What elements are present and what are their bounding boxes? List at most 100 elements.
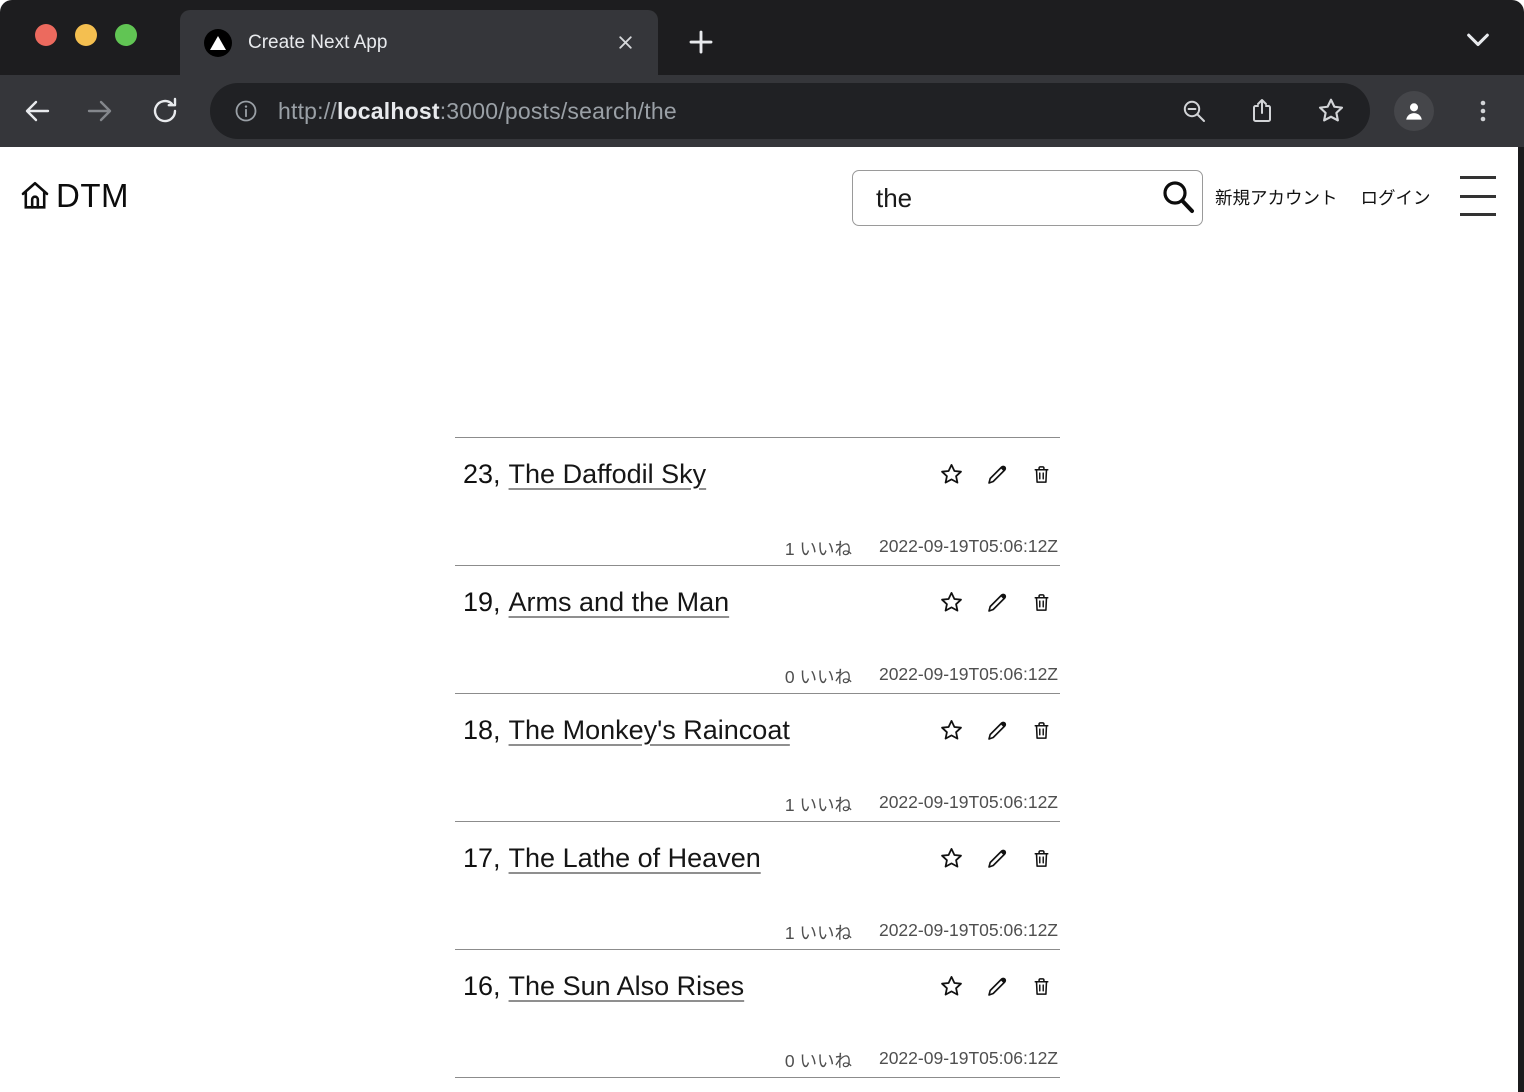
post-row: 19, Arms and the Man 0 いいね 2022-09-19T05… <box>455 566 1060 694</box>
pencil-icon <box>985 591 1009 615</box>
post-title-link[interactable]: The Sun Also Rises <box>509 971 745 1002</box>
tab-title: Create Next App <box>248 32 387 54</box>
signup-link[interactable]: 新規アカウント <box>1215 185 1338 210</box>
profile-avatar[interactable] <box>1394 91 1434 131</box>
site-info-icon[interactable] <box>234 99 258 123</box>
post-meta: 1 いいね 2022-09-19T05:06:12Z <box>785 536 1058 561</box>
post-likes: 0 いいね <box>785 664 852 689</box>
tab-search-chevron-icon[interactable] <box>1464 30 1492 52</box>
post-timestamp: 2022-09-19T05:06:12Z <box>879 664 1058 689</box>
post-number: 18, <box>463 715 501 746</box>
post-timestamp: 2022-09-19T05:06:12Z <box>879 920 1058 945</box>
reload-button[interactable] <box>150 96 180 126</box>
post-list: 23, The Daffodil Sky 1 いいね 2022-09-19T05… <box>455 437 1060 1078</box>
trash-icon <box>1030 975 1053 998</box>
post-meta: 1 いいね 2022-09-19T05:06:12Z <box>785 792 1058 817</box>
url-text: http://localhost:3000/posts/search/the <box>278 98 677 125</box>
pencil-icon <box>985 975 1009 999</box>
header-links: 新規アカウント ログイン <box>1215 185 1431 210</box>
like-star-button[interactable] <box>939 718 964 743</box>
forward-button[interactable] <box>85 96 115 126</box>
close-window-button[interactable] <box>35 24 57 46</box>
post-number: 17, <box>463 843 501 874</box>
post-likes: 0 いいね <box>785 1048 852 1073</box>
delete-button[interactable] <box>1029 974 1054 999</box>
post-timestamp: 2022-09-19T05:06:12Z <box>879 1048 1058 1073</box>
hamburger-line <box>1460 195 1496 198</box>
post-number: 16, <box>463 971 501 1002</box>
browser-toolbar: http://localhost:3000/posts/search/the <box>0 75 1524 147</box>
like-star-button[interactable] <box>939 846 964 871</box>
post-title-link[interactable]: The Daffodil Sky <box>509 459 707 490</box>
search-button[interactable] <box>1154 174 1202 222</box>
star-icon <box>939 718 964 743</box>
home-link[interactable]: DTM <box>18 177 129 215</box>
star-icon <box>939 462 964 487</box>
post-actions <box>939 462 1054 487</box>
omnibox-actions <box>1180 96 1346 126</box>
search-icon <box>1158 178 1198 218</box>
edit-button[interactable] <box>984 846 1009 871</box>
post-timestamp: 2022-09-19T05:06:12Z <box>879 536 1058 561</box>
star-icon <box>939 590 964 615</box>
post-meta: 0 いいね 2022-09-19T05:06:12Z <box>785 1048 1058 1073</box>
post-title-link[interactable]: The Monkey's Raincoat <box>509 715 790 746</box>
post-actions <box>939 846 1054 871</box>
zoom-out-icon[interactable] <box>1180 97 1208 125</box>
post-meta: 0 いいね 2022-09-19T05:06:12Z <box>785 664 1058 689</box>
edit-button[interactable] <box>984 974 1009 999</box>
post-actions <box>939 974 1054 999</box>
url-host: localhost <box>337 98 440 124</box>
post-row: 16, The Sun Also Rises 0 いいね 2022-09-19T… <box>455 950 1060 1078</box>
new-tab-button[interactable] <box>686 27 716 57</box>
hamburger-menu-icon[interactable] <box>1460 176 1496 216</box>
address-bar[interactable]: http://localhost:3000/posts/search/the <box>210 83 1370 139</box>
post-row: 17, The Lathe of Heaven 1 いいね 2022-09-19… <box>455 822 1060 950</box>
pencil-icon <box>985 463 1009 487</box>
delete-button[interactable] <box>1029 846 1054 871</box>
search-box <box>852 170 1203 226</box>
post-actions <box>939 718 1054 743</box>
nextjs-favicon-icon <box>204 29 232 57</box>
close-tab-icon[interactable] <box>615 32 636 53</box>
edit-button[interactable] <box>984 718 1009 743</box>
person-icon <box>1401 98 1427 124</box>
login-link[interactable]: ログイン <box>1361 185 1431 210</box>
like-star-button[interactable] <box>939 462 964 487</box>
browser-window: Create Next App <box>0 0 1524 1092</box>
post-row: 23, The Daffodil Sky 1 いいね 2022-09-19T05… <box>455 438 1060 566</box>
post-meta: 1 いいね 2022-09-19T05:06:12Z <box>785 920 1058 945</box>
post-likes: 1 いいね <box>785 792 852 817</box>
browser-menu-icon[interactable] <box>1468 96 1498 126</box>
traffic-lights <box>35 24 137 46</box>
delete-button[interactable] <box>1029 590 1054 615</box>
pencil-icon <box>985 719 1009 743</box>
fullscreen-window-button[interactable] <box>115 24 137 46</box>
post-title-link[interactable]: The Lathe of Heaven <box>509 843 761 874</box>
edit-button[interactable] <box>984 590 1009 615</box>
like-star-button[interactable] <box>939 590 964 615</box>
delete-button[interactable] <box>1029 462 1054 487</box>
delete-button[interactable] <box>1029 718 1054 743</box>
share-icon[interactable] <box>1248 97 1276 125</box>
browser-tab[interactable]: Create Next App <box>180 10 658 75</box>
tab-strip: Create Next App <box>0 0 1524 75</box>
trash-icon <box>1030 591 1053 614</box>
post-likes: 1 いいね <box>785 920 852 945</box>
post-title-link[interactable]: Arms and the Man <box>509 587 730 618</box>
hamburger-line <box>1460 213 1496 216</box>
search-input[interactable] <box>853 183 1154 214</box>
hamburger-line <box>1460 176 1496 179</box>
star-icon <box>939 846 964 871</box>
star-icon <box>939 974 964 999</box>
like-star-button[interactable] <box>939 974 964 999</box>
back-button[interactable] <box>22 96 52 126</box>
edit-button[interactable] <box>984 462 1009 487</box>
trash-icon <box>1030 847 1053 870</box>
post-row: 18, The Monkey's Raincoat 1 いいね 2022-09-… <box>455 694 1060 822</box>
scrollbar[interactable] <box>1518 147 1524 1092</box>
minimize-window-button[interactable] <box>75 24 97 46</box>
post-actions <box>939 590 1054 615</box>
bookmark-star-icon[interactable] <box>1316 96 1346 126</box>
post-timestamp: 2022-09-19T05:06:12Z <box>879 792 1058 817</box>
